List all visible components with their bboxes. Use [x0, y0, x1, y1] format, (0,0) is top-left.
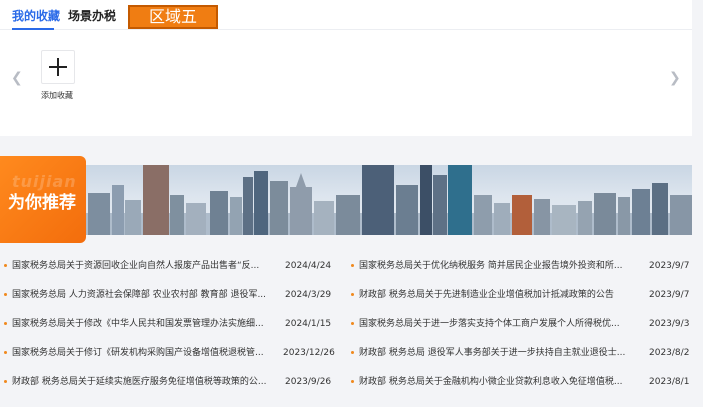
bullet-icon: [351, 293, 354, 296]
favorites-panel: 我的收藏 场景办税 区域五 ❮ ❯ 添加收藏: [0, 0, 692, 136]
news-item-right-3[interactable]: 国家税务总局关于进一步落实支持个体工商户发展个人所得税优... 2023/9/3: [351, 312, 689, 336]
news-date: 2023/8/2: [649, 348, 690, 358]
news-title: 国家税务总局关于优化纳税服务 简并居民企业报告境外投资和所...: [359, 261, 623, 271]
news-title: 国家税务总局关于资源回收企业向自然人报废产品出售者“反...: [12, 261, 260, 271]
news-item-right-1[interactable]: 国家税务总局关于优化纳税服务 简并居民企业报告境外投资和所... 2023/9/…: [351, 254, 689, 278]
plus-icon-vertical: [57, 58, 59, 76]
news-date: 2024/1/15: [285, 319, 332, 329]
active-tab-indicator: [12, 28, 54, 30]
bullet-icon: [4, 293, 7, 296]
skyline-image: [0, 165, 692, 235]
news-date: 2023/8/1: [649, 377, 690, 387]
bullet-icon: [351, 322, 354, 325]
bullet-icon: [351, 380, 354, 383]
news-title: 财政部 税务总局关于金融机构小微企业贷款利息收入免征增值税...: [359, 377, 623, 387]
news-item-right-4[interactable]: 财政部 税务总局 退役军人事务部关于进一步扶持自主就业退役士... 2023/8…: [351, 341, 689, 365]
news-title: 国家税务总局关于进一步落实支持个体工商户发展个人所得税优...: [359, 319, 620, 329]
news-date: 2024/3/29: [285, 290, 332, 300]
region-tag: 区域五: [128, 5, 218, 29]
news-item-left-2[interactable]: 国家税务总局 人力资源社会保障部 农业农村部 教育部 退役军... 2024/3…: [4, 283, 331, 307]
news-item-left-1[interactable]: 国家税务总局关于资源回收企业向自然人报废产品出售者“反... 2024/4/24: [4, 254, 331, 278]
bullet-icon: [4, 322, 7, 325]
tab-my-favorites[interactable]: 我的收藏: [12, 9, 60, 23]
news-item-left-5[interactable]: 财政部 税务总局关于延续实施医疗服务免征增值税等政策的公... 2023/9/2…: [4, 370, 331, 394]
bullet-icon: [351, 351, 354, 354]
news-title: 财政部 税务总局 退役军人事务部关于进一步扶持自主就业退役士...: [359, 348, 626, 358]
news-title: 国家税务总局 人力资源社会保障部 农业农村部 教育部 退役军...: [12, 290, 267, 300]
news-title: 国家税务总局关于修改《中华人民共和国发票管理办法实施细...: [12, 319, 264, 329]
news-title: 财政部 税务总局关于先进制造业企业增值税加计抵减政策的公告: [359, 290, 614, 300]
news-date: 2024/4/24: [285, 261, 332, 271]
news-date: 2023/9/7: [649, 261, 690, 271]
news-title: 国家税务总局关于修订《研发机构采购国产设备增值税退税管...: [12, 348, 264, 358]
news-date: 2023/9/3: [649, 319, 690, 329]
news-item-left-4[interactable]: 国家税务总局关于修订《研发机构采购国产设备增值税退税管... 2023/12/2…: [4, 341, 335, 365]
bullet-icon: [4, 380, 7, 383]
recommend-badge: tuijian 为你推荐: [0, 156, 86, 243]
tab-bar: 我的收藏 场景办税 区域五: [0, 0, 692, 30]
recommend-title: 为你推荐: [8, 193, 76, 213]
news-item-left-3[interactable]: 国家税务总局关于修改《中华人民共和国发票管理办法实施细... 2024/1/15: [4, 312, 331, 336]
bullet-icon: [351, 264, 354, 267]
news-item-right-5[interactable]: 财政部 税务总局关于金融机构小微企业贷款利息收入免征增值税... 2023/8/…: [351, 370, 689, 394]
news-date: 2023/9/7: [649, 290, 690, 300]
city-skyline-banner: [0, 165, 692, 235]
news-item-right-2[interactable]: 财政部 税务总局关于先进制造业企业增值税加计抵减政策的公告 2023/9/7: [351, 283, 689, 307]
add-favorite-label: 添加收藏: [41, 91, 73, 100]
chevron-left-icon[interactable]: ❮: [11, 70, 23, 86]
bullet-icon: [4, 351, 7, 354]
add-favorite-button[interactable]: [41, 50, 75, 84]
news-date: 2023/12/26: [283, 348, 335, 358]
bullet-icon: [4, 264, 7, 267]
news-title: 财政部 税务总局关于延续实施医疗服务免征增值税等政策的公...: [12, 377, 267, 387]
tab-scenario-tax[interactable]: 场景办税: [68, 9, 116, 23]
chevron-right-icon[interactable]: ❯: [669, 70, 681, 86]
news-date: 2023/9/26: [285, 377, 332, 387]
